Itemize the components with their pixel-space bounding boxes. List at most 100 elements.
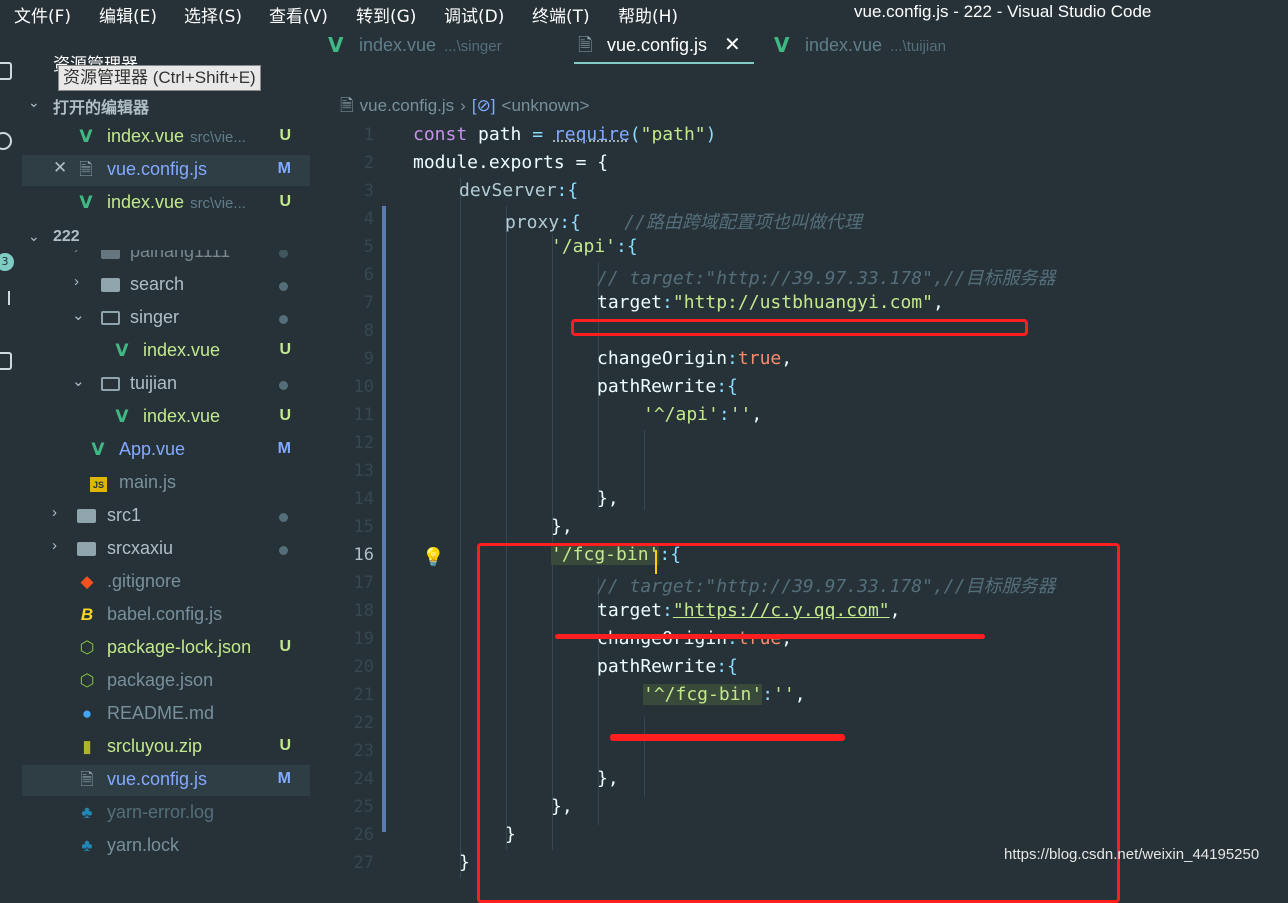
folder-icon bbox=[101, 250, 120, 259]
close-icon[interactable]: ✕ bbox=[53, 158, 67, 178]
file-name: babel.config.js bbox=[107, 604, 223, 624]
file-path: src\vie... bbox=[190, 195, 246, 212]
untracked-badge: U bbox=[279, 638, 291, 655]
chevron-down-icon: ⌄ bbox=[72, 307, 85, 324]
tree-folder-open[interactable]: ⌄ tuijian bbox=[22, 369, 310, 400]
annotation-underline bbox=[610, 734, 845, 741]
status-dot bbox=[279, 546, 288, 555]
file-name: srcluyou.zip bbox=[107, 736, 203, 756]
line-number: 1 bbox=[363, 125, 374, 145]
menu-edit[interactable]: 编辑(E) bbox=[99, 2, 157, 27]
line-number: 19 bbox=[353, 629, 374, 649]
vue-file-icon: V bbox=[328, 33, 344, 57]
tree-file[interactable]: ● README.md bbox=[22, 699, 310, 730]
tree-file[interactable]: ♣ yarn.lock bbox=[22, 831, 310, 862]
tree-file[interactable]: V App.vue M bbox=[22, 435, 310, 466]
active-tab-indicator bbox=[574, 62, 754, 64]
token: :{ bbox=[616, 236, 638, 257]
tree-file[interactable]: ◆ .gitignore bbox=[22, 567, 310, 598]
open-editors-section[interactable]: ⌄ 打开的编辑器 bbox=[22, 94, 310, 118]
yarn-icon: ♣ bbox=[81, 836, 93, 855]
breadcrumb-file[interactable]: vue.config.js bbox=[360, 96, 455, 115]
tree-file[interactable]: V index.vue U bbox=[22, 336, 310, 367]
untracked-badge: U bbox=[279, 341, 291, 358]
chevron-down-icon: ⌄ bbox=[72, 373, 85, 390]
tree-folder[interactable]: › paihang1111 bbox=[22, 250, 310, 268]
chevron-right-icon: › bbox=[52, 537, 57, 554]
menu-selection[interactable]: 选择(S) bbox=[184, 2, 242, 27]
file-path: src\vie... bbox=[190, 129, 246, 146]
line-number: 14 bbox=[353, 489, 374, 509]
line-number: 2 bbox=[363, 153, 374, 173]
tree-folder[interactable]: › src1 bbox=[22, 501, 310, 532]
folder-open-icon bbox=[101, 311, 120, 325]
line-number: 27 bbox=[353, 853, 374, 873]
open-editors-label: 打开的编辑器 bbox=[53, 100, 150, 117]
extensions-icon[interactable] bbox=[0, 352, 12, 370]
open-editor-item[interactable]: V index.vue src\vie... U bbox=[22, 122, 310, 153]
menu-go[interactable]: 转到(G) bbox=[356, 2, 416, 27]
open-editor-item-active[interactable]: ✕ 🗎 vue.config.js M bbox=[22, 155, 310, 186]
file-name: package-lock.json bbox=[107, 637, 252, 657]
tree-folder[interactable]: › srcxaxiu bbox=[22, 534, 310, 565]
folder-name: src1 bbox=[107, 505, 142, 525]
vue-file-icon: V bbox=[115, 341, 129, 361]
line-number: 10 bbox=[353, 377, 374, 397]
file-name: index.vue bbox=[143, 406, 221, 426]
line-number: 3 bbox=[363, 181, 374, 201]
search-icon[interactable] bbox=[0, 132, 12, 150]
tree-file[interactable]: B babel.config.js bbox=[22, 600, 310, 631]
tree-folder[interactable]: › search bbox=[22, 270, 310, 301]
file-name: vue.config.js bbox=[107, 769, 208, 789]
menu-file[interactable]: 文件(F) bbox=[14, 2, 71, 27]
breadcrumb-symbol[interactable]: <unknown> bbox=[502, 96, 590, 115]
line-number: 13 bbox=[353, 461, 374, 481]
token: .exports = { bbox=[478, 152, 609, 173]
tab-index-vue-tuijian[interactable]: V index.vue ...\tuijian bbox=[774, 26, 994, 62]
status-dot bbox=[279, 250, 288, 258]
status-dot bbox=[279, 513, 288, 522]
token: '' bbox=[729, 404, 752, 425]
token: : bbox=[727, 348, 738, 369]
tab-vue-config-js[interactable]: 🗎 vue.config.js ✕ bbox=[574, 26, 754, 64]
tree-file[interactable]: V index.vue U bbox=[22, 402, 310, 433]
menu-help[interactable]: 帮助(H) bbox=[618, 2, 678, 27]
tree-file-selected[interactable]: 🗎 vue.config.js M bbox=[22, 765, 310, 796]
code-line: 5 '/api':{ bbox=[310, 234, 1288, 262]
chevron-right-icon: › bbox=[74, 250, 79, 257]
menu-view[interactable]: 查看(V) bbox=[269, 2, 328, 27]
token: require bbox=[553, 124, 630, 145]
close-icon[interactable]: ✕ bbox=[724, 32, 741, 57]
status-dot bbox=[279, 315, 288, 324]
line-number: 7 bbox=[363, 293, 374, 313]
tab-label: index.vue bbox=[805, 35, 883, 55]
line-number: 8 bbox=[363, 321, 374, 341]
vue-file-icon: V bbox=[774, 33, 790, 57]
token: }, bbox=[597, 488, 619, 509]
tab-index-vue-singer[interactable]: V index.vue ...\singer bbox=[328, 26, 548, 62]
tree-file[interactable]: JS main.js bbox=[22, 468, 310, 499]
folder-icon bbox=[77, 509, 96, 523]
tree-file[interactable]: ♣ yarn-error.log bbox=[22, 798, 310, 829]
tree-file[interactable]: ⬡ package.json bbox=[22, 666, 310, 697]
yarn-icon: ♣ bbox=[81, 803, 93, 822]
explorer-icon[interactable] bbox=[0, 62, 12, 80]
menu-terminal[interactable]: 终端(T) bbox=[532, 2, 590, 27]
token: :{ bbox=[556, 180, 579, 201]
activity-bar: 3 bbox=[0, 26, 22, 875]
token: , bbox=[932, 292, 944, 313]
tree-file[interactable]: ▮ srcluyou.zip U bbox=[22, 732, 310, 763]
debug-icon[interactable] bbox=[0, 291, 10, 305]
line-number: 6 bbox=[363, 265, 374, 285]
menu-debug[interactable]: 调试(D) bbox=[444, 2, 504, 27]
file-tree: › paihang1111 › search ⌄ singer V index.… bbox=[22, 250, 310, 875]
code-line: 2 module.exports = { bbox=[310, 150, 1288, 178]
line-number: 24 bbox=[353, 769, 374, 789]
tree-folder-open[interactable]: ⌄ singer bbox=[22, 303, 310, 334]
token: ) bbox=[705, 124, 717, 145]
line-number: 18 bbox=[353, 601, 374, 621]
tree-file[interactable]: ⬡ package-lock.json U bbox=[22, 633, 310, 664]
project-section[interactable]: ⌄ 222 bbox=[22, 228, 310, 252]
open-editor-item[interactable]: V index.vue src\vie... U bbox=[22, 188, 310, 219]
file-name: README.md bbox=[107, 703, 215, 723]
